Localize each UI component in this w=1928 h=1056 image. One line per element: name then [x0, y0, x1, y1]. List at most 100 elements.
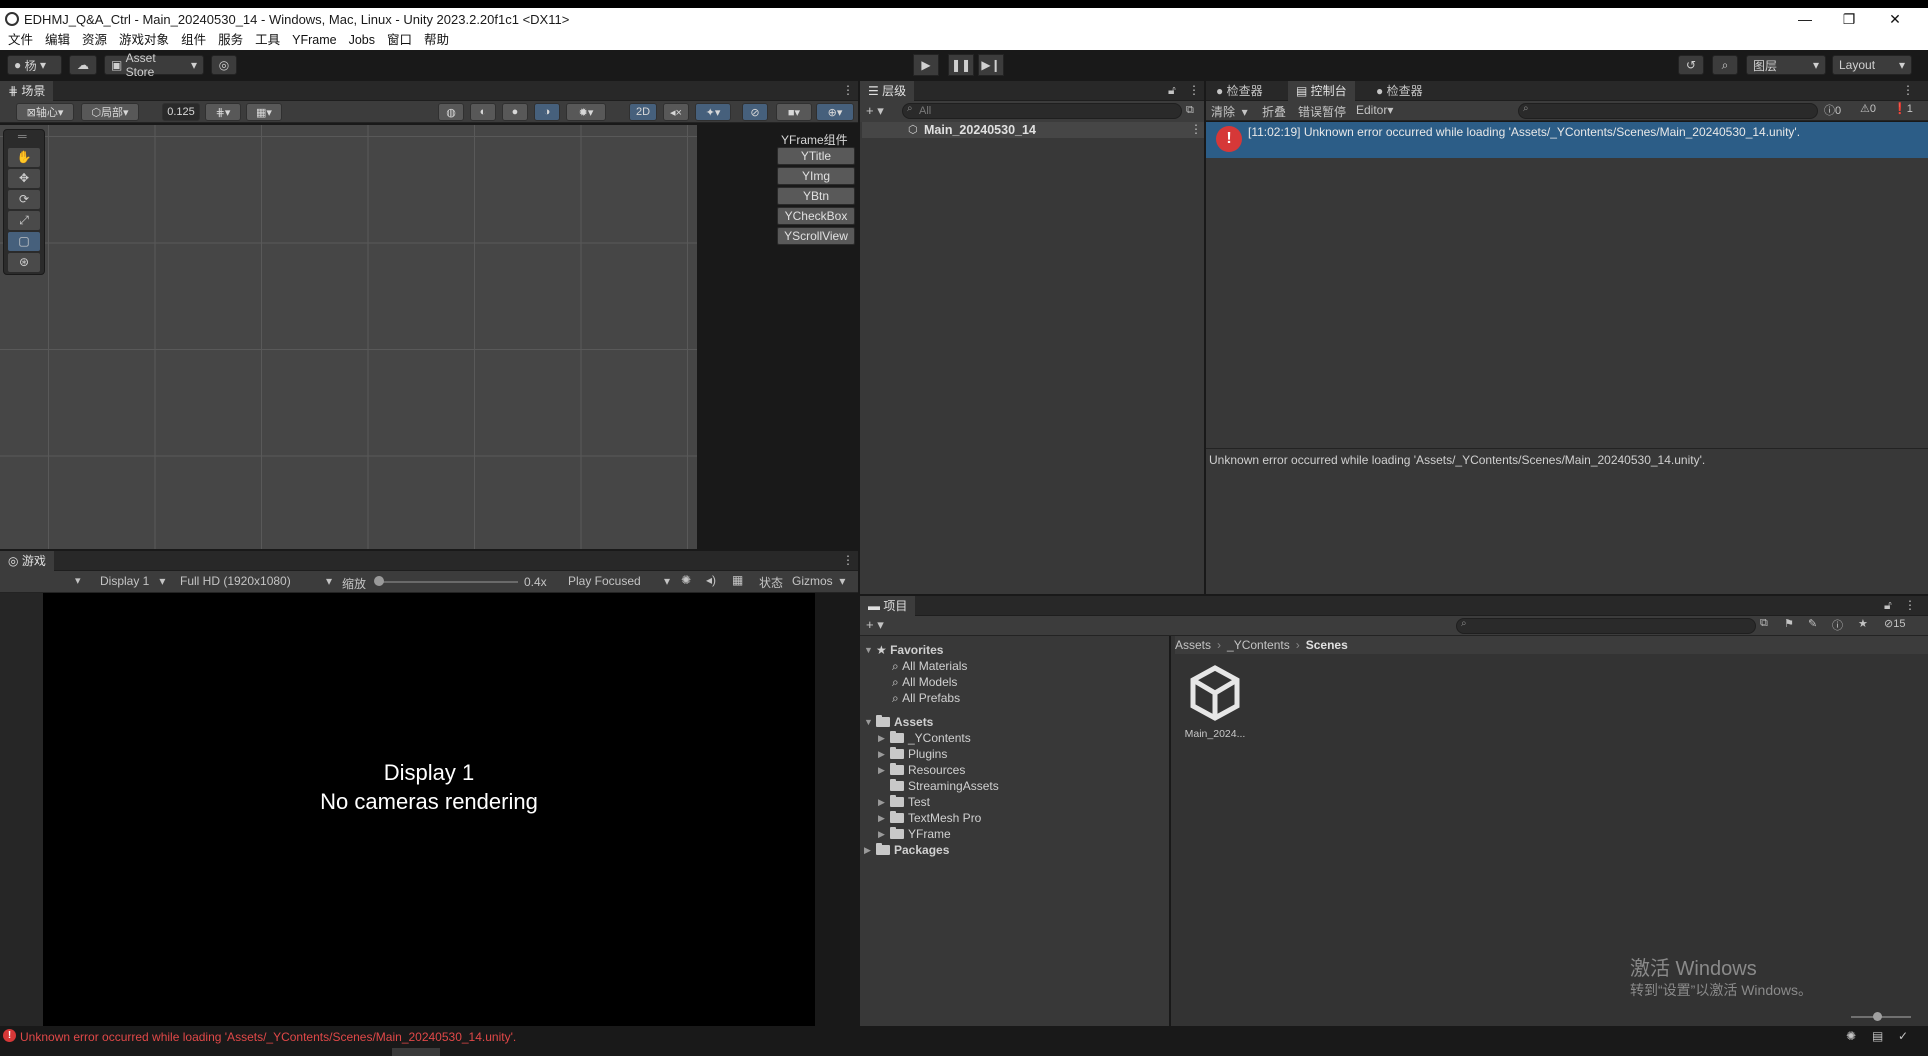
rotate-tool-button[interactable]: ⟳ — [8, 190, 40, 209]
project-more-icon[interactable]: ⋮ — [1904, 598, 1916, 612]
cloud-button[interactable]: ☁ — [69, 55, 97, 75]
shading-wireframe-button[interactable]: ◍ — [438, 103, 464, 121]
breadcrumb-scenes[interactable]: Scenes — [1306, 638, 1348, 652]
ytitle-button[interactable]: YTitle — [777, 147, 855, 165]
check-icon[interactable]: ✓ — [1898, 1029, 1908, 1043]
menu-yframe[interactable]: YFrame — [292, 30, 336, 50]
label-icon[interactable]: ✎ — [1808, 617, 1817, 630]
rect-tool-button[interactable]: ▢ — [8, 232, 40, 251]
camera-button[interactable]: ■▾ — [776, 103, 812, 121]
console-more-icon[interactable]: ⋮ — [1902, 83, 1914, 97]
tab-hierarchy[interactable]: ☰ 层级 — [860, 81, 915, 101]
tab-inspector[interactable]: ● 检查器 — [1208, 81, 1271, 101]
snap-value-field[interactable]: 0.125 — [162, 103, 200, 121]
menu-assets[interactable]: 资源 — [82, 30, 107, 50]
menu-services[interactable]: 服务 — [218, 30, 243, 50]
favorites-node[interactable]: ▼ ★ Favorites — [864, 642, 943, 658]
log-filter-toggle[interactable]: ⓘ0 — [1824, 102, 1841, 118]
project-add-button[interactable]: + ▾ — [866, 617, 884, 633]
ybtn-button[interactable]: YBtn — [777, 187, 855, 205]
scene-asset[interactable]: Main_2024... — [1183, 664, 1247, 744]
display-dropdown[interactable]: Display 1 ▾ — [100, 574, 165, 588]
audio-toggle-button[interactable]: ◂× — [663, 103, 689, 121]
transform-tool-button[interactable]: ⊛ — [8, 253, 40, 272]
minimize-button[interactable]: — — [1782, 8, 1828, 30]
favorite-item[interactable]: ⌕ All Models — [892, 674, 957, 690]
menu-jobs[interactable]: Jobs — [349, 30, 375, 50]
search-button[interactable]: ⌕ — [1712, 55, 1738, 75]
version-control-button[interactable]: ◎ — [211, 55, 237, 75]
editor-dropdown[interactable]: Editor▾ — [1356, 103, 1393, 117]
tab-project[interactable]: ▬ 项目 — [860, 596, 916, 616]
game-view-type-dropdown[interactable]: ▾ — [75, 574, 81, 587]
error-pause-toggle[interactable]: 错误暂停 — [1298, 103, 1346, 120]
shading-rendered-button[interactable]: ◑ — [534, 103, 560, 121]
console-entry[interactable]: ! [11:02:19] Unknown error occurred whil… — [1206, 122, 1928, 158]
maximize-button[interactable]: ❐ — [1826, 8, 1872, 30]
favorite-item[interactable]: ⌕ All Prefabs — [892, 690, 960, 706]
game-more-icon[interactable]: ⋮ — [842, 553, 854, 567]
favorite-item[interactable]: ⌕ All Materials — [892, 658, 967, 674]
warning-filter-icon[interactable]: ⓘ — [1832, 617, 1843, 633]
lock-icon[interactable]: 🔓︎ — [1168, 83, 1176, 98]
effects-button[interactable]: ✦▾ — [695, 103, 731, 121]
hidden-packages-toggle[interactable]: ⊘15 — [1884, 617, 1905, 630]
local-dropdown[interactable]: ⬡ 局部 ▾ — [81, 103, 139, 121]
play-mode-dropdown[interactable]: Play Focused ▾ — [568, 574, 670, 588]
close-button[interactable]: ✕ — [1872, 8, 1918, 30]
folder-item[interactable]: ▶ YFrame — [878, 826, 951, 842]
menu-file[interactable]: 文件 — [8, 30, 33, 50]
scene-viewport[interactable] — [0, 125, 697, 549]
grid-snap-button[interactable]: ⋕▾ — [205, 103, 241, 121]
hidden-objects-button[interactable]: ⊘ — [742, 103, 768, 121]
folder-item[interactable]: ▶ _YContents — [878, 730, 971, 746]
menu-window[interactable]: 窗口 — [387, 30, 412, 50]
scale-slider-thumb[interactable] — [374, 576, 384, 586]
increment-snap-button[interactable]: ▦▾ — [246, 103, 282, 121]
scale-tool-button[interactable]: ⤢ — [8, 211, 40, 230]
layers-dropdown[interactable]: 图层 ▾ — [1746, 55, 1826, 75]
assets-node[interactable]: ▼ Assets — [864, 714, 933, 730]
status-message[interactable]: Unknown error occurred while loading 'As… — [20, 1030, 516, 1044]
yimg-button[interactable]: YImg — [777, 167, 855, 185]
tab-scene[interactable]: ⋕ 场景 — [0, 81, 54, 101]
packages-node[interactable]: ▶ Packages — [864, 842, 949, 858]
shading-solid-button[interactable]: ● — [502, 103, 528, 121]
move-tool-button[interactable]: ✥ — [8, 169, 40, 188]
stats-button[interactable]: 状态 — [759, 574, 783, 591]
keyboard-icon[interactable]: ▦ — [732, 573, 743, 587]
resolution-dropdown[interactable]: Full HD (1920x1080) ▾ — [180, 574, 332, 588]
bug-report-icon[interactable]: ✺ — [1846, 1029, 1856, 1043]
breadcrumb-assets[interactable]: Assets — [1175, 638, 1211, 652]
bug-icon[interactable]: ✺ — [681, 573, 691, 587]
folder-item[interactable]: ▶ Test — [878, 794, 930, 810]
menu-gameobject[interactable]: 游戏对象 — [119, 30, 169, 50]
folder-item[interactable]: ▶ TextMesh Pro — [878, 810, 981, 826]
project-search-input[interactable] — [1456, 618, 1756, 634]
menu-edit[interactable]: 编辑 — [45, 30, 70, 50]
collapse-toggle[interactable]: 折叠 — [1262, 103, 1286, 120]
icon-size-slider-thumb[interactable] — [1873, 1012, 1882, 1021]
undo-history-button[interactable]: ↺ — [1678, 55, 1704, 75]
error-filter-toggle[interactable]: ❗1 — [1893, 102, 1913, 115]
scene-more-icon[interactable]: ⋮ — [842, 83, 854, 97]
scene-row[interactable]: ⬡ Main_20240530_14 ⋮ — [862, 122, 1204, 138]
yscrollview-button[interactable]: YScrollView — [777, 227, 855, 245]
breadcrumb-ycontents[interactable]: _YContents — [1227, 638, 1290, 652]
palette-drag-handle-icon[interactable]: ═ — [18, 129, 27, 143]
hierarchy-search-input[interactable]: All — [902, 103, 1182, 119]
draw-mode-button[interactable]: ✹▾ — [566, 103, 606, 121]
hand-tool-button[interactable]: ✋ — [8, 148, 40, 167]
menu-tools[interactable]: 工具 — [255, 30, 280, 50]
play-button[interactable]: ▶ — [913, 54, 939, 76]
tab-console[interactable]: ▤ 控制台 — [1288, 81, 1355, 101]
gizmos-toggle-button[interactable]: ⊕▾ — [816, 103, 854, 121]
console-search-input[interactable] — [1518, 103, 1818, 119]
folder-item[interactable]: StreamingAssets — [878, 778, 999, 794]
hierarchy-add-button[interactable]: + ▾ — [866, 103, 884, 119]
shading-mixed-button[interactable]: ◐ — [470, 103, 496, 121]
scale-slider-track[interactable] — [376, 581, 518, 583]
clear-button[interactable]: 清除 ▾ — [1211, 103, 1248, 120]
hierarchy-search-type-icon[interactable]: ⧉ — [1186, 104, 1194, 117]
search-by-type-icon[interactable]: ⧉ — [1760, 617, 1768, 630]
